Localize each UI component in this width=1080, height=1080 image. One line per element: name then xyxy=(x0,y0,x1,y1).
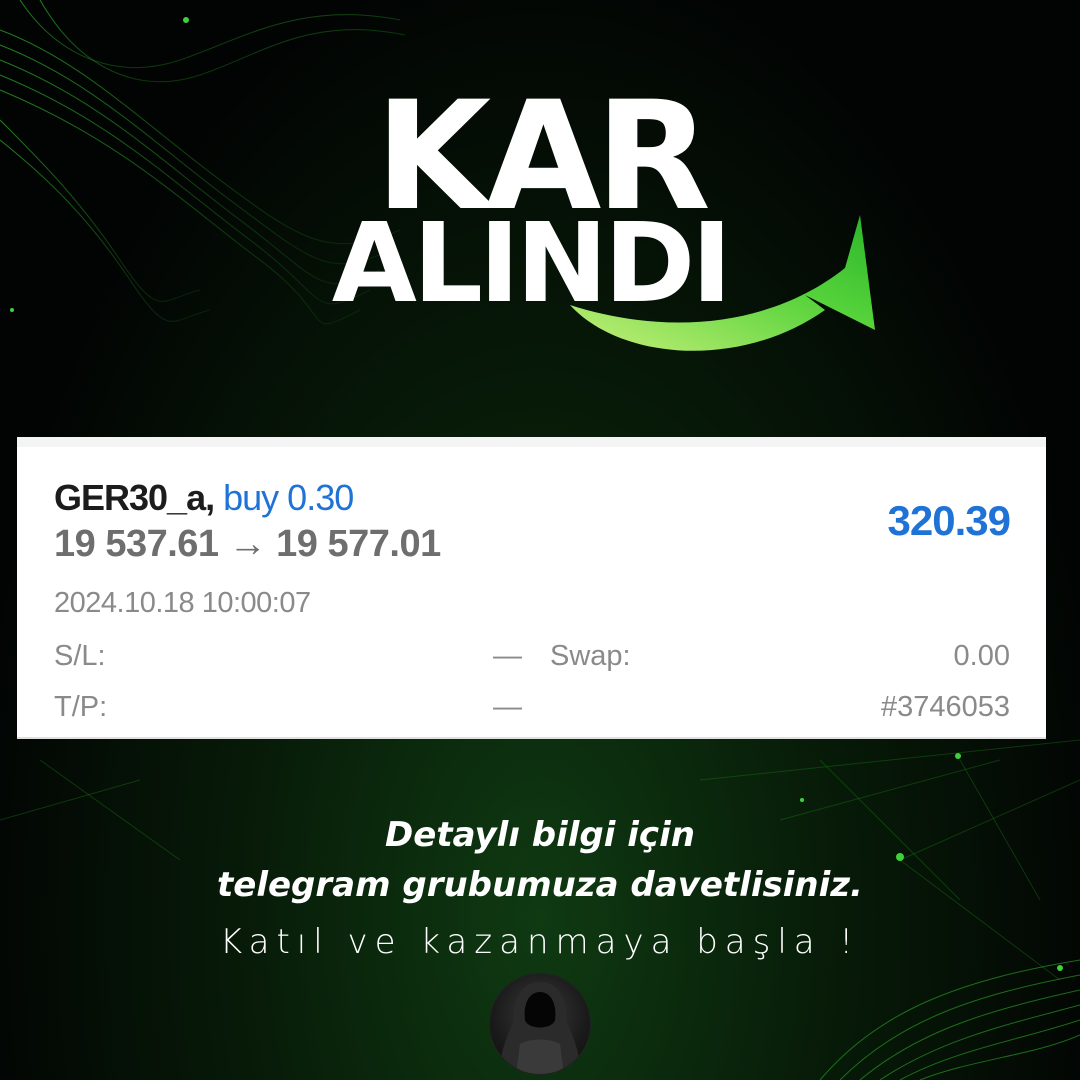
trade-datetime: 2024.10.18 10:00:07 xyxy=(54,587,311,619)
trade-symbol: GER30_a, xyxy=(54,477,215,518)
info-line-2: telegram grubumuza davetlisiniz. xyxy=(217,865,863,905)
tp-value: — xyxy=(493,691,522,723)
trade-card[interactable]: GER30_a, buy 0.30 19 537.61 → 19 577.01 … xyxy=(17,437,1046,739)
trade-symbol-line: GER30_a, buy 0.30 xyxy=(54,477,354,519)
trade-prices: 19 537.61 → 19 577.01 xyxy=(54,523,441,565)
hooded-figure-icon xyxy=(498,982,582,1074)
trade-side: buy 0.30 xyxy=(223,477,354,518)
sl-label: S/L: xyxy=(54,640,106,672)
up-right-arrow-icon xyxy=(570,215,875,351)
trade-profit: 320.39 xyxy=(887,497,1011,544)
ticket-number: #3746053 xyxy=(880,691,1010,723)
swap-label: Swap: xyxy=(550,640,631,672)
tp-label: T/P: xyxy=(54,691,108,723)
info-line-1: Detaylı bilgi için xyxy=(385,815,695,855)
hooded-figure-avatar[interactable] xyxy=(489,973,591,1075)
swap-value: 0.00 xyxy=(953,640,1010,672)
call-to-action: Katıl ve kazanmaya başla ! xyxy=(219,922,861,962)
sl-value: — xyxy=(493,640,522,672)
headline-line-2: ALINDI xyxy=(331,199,732,327)
